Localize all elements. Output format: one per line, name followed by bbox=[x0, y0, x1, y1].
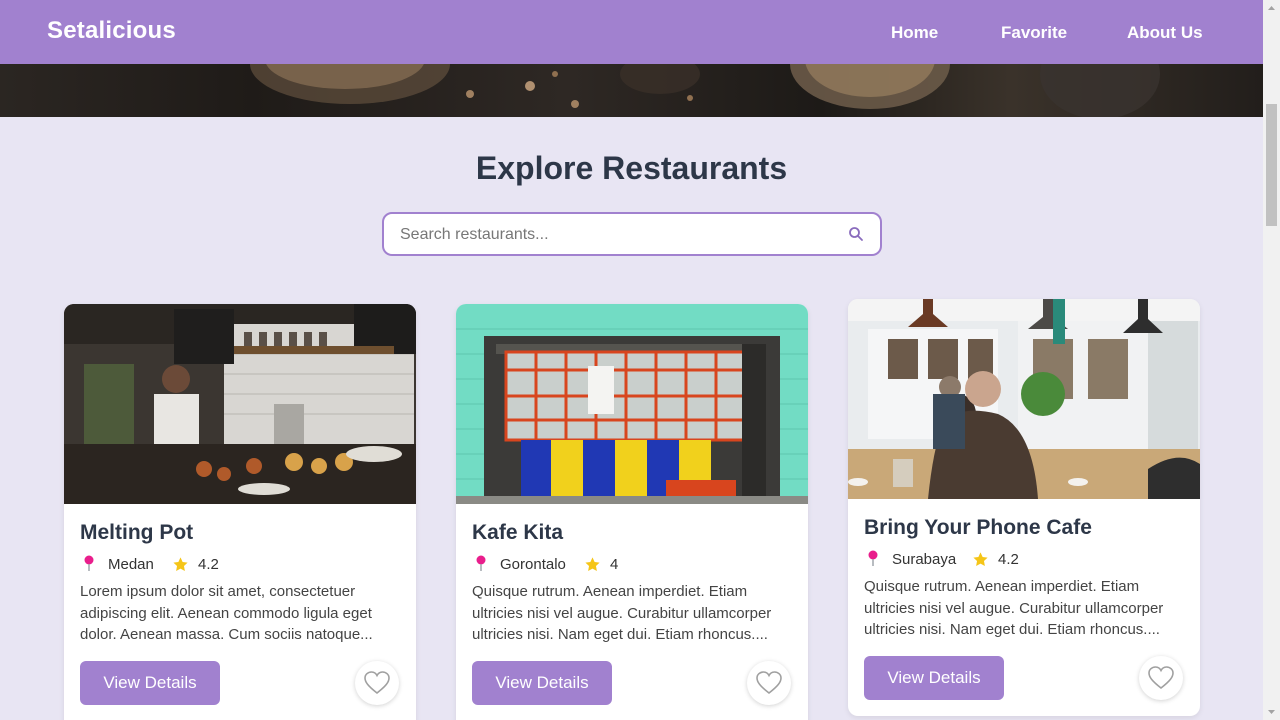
nav-favorite-link[interactable]: Favorite bbox=[1001, 23, 1067, 43]
heart-icon bbox=[364, 671, 390, 695]
restaurant-description: Lorem ipsum dolor sit amet, consectetuer… bbox=[80, 583, 373, 643]
search-bar bbox=[382, 212, 882, 256]
star-icon bbox=[973, 552, 988, 567]
navbar: Setalicious Home Favorite About Us bbox=[0, 0, 1263, 64]
restaurant-card: Bring Your Phone Cafe Surabaya 4.2 Quisq… bbox=[848, 299, 1200, 716]
restaurant-description: Quisque rutrum. Aenean imperdiet. Etiam … bbox=[864, 578, 1164, 638]
search-icon[interactable] bbox=[848, 226, 864, 242]
view-details-button[interactable]: View Details bbox=[80, 661, 220, 705]
scroll-up-arrow-icon[interactable] bbox=[1263, 0, 1280, 17]
page: Setalicious Home Favorite About Us Explo… bbox=[0, 0, 1263, 720]
restaurant-name: Kafe Kita bbox=[472, 521, 564, 544]
view-details-button[interactable]: View Details bbox=[472, 661, 612, 705]
restaurant-meta: Medan 4.2 bbox=[80, 555, 400, 575]
map-pin-icon bbox=[84, 555, 94, 571]
brand-logo[interactable]: Setalicious bbox=[47, 17, 176, 45]
heart-icon bbox=[756, 671, 782, 695]
restaurant-card: Kafe Kita Gorontalo 4 Quisque rutrum. Ae… bbox=[456, 304, 808, 720]
restaurant-city: Gorontalo bbox=[500, 556, 566, 573]
heart-icon bbox=[1148, 666, 1174, 690]
restaurant-description: Quisque rutrum. Aenean imperdiet. Etiam … bbox=[472, 583, 772, 643]
hero-image bbox=[0, 64, 1263, 117]
scroll-down-arrow-icon[interactable] bbox=[1263, 703, 1280, 720]
restaurant-rating: 4.2 bbox=[198, 556, 219, 573]
section-title: Explore Restaurants bbox=[475, 150, 788, 186]
restaurant-image bbox=[848, 299, 1200, 499]
restaurant-image bbox=[456, 304, 808, 504]
restaurant-image bbox=[64, 304, 416, 504]
view-details-button[interactable]: View Details bbox=[864, 656, 1004, 700]
star-icon bbox=[585, 557, 600, 572]
nav-about-link[interactable]: About Us bbox=[1127, 23, 1203, 43]
restaurant-meta: Gorontalo 4 bbox=[472, 555, 792, 575]
restaurant-name: Bring Your Phone Cafe bbox=[864, 516, 1092, 539]
restaurant-city: Medan bbox=[108, 556, 154, 573]
restaurant-name: Melting Pot bbox=[80, 521, 194, 544]
restaurant-card: Melting Pot Medan 4.2 Lorem ipsum dolor … bbox=[64, 304, 416, 720]
star-icon bbox=[173, 557, 188, 572]
restaurant-rating: 4.2 bbox=[998, 551, 1019, 568]
map-pin-icon bbox=[868, 550, 878, 566]
nav-home-link[interactable]: Home bbox=[891, 23, 938, 43]
map-pin-icon bbox=[476, 555, 486, 571]
restaurant-rating: 4 bbox=[610, 556, 619, 573]
favorite-button[interactable] bbox=[1139, 656, 1183, 700]
scrollbar[interactable] bbox=[1263, 0, 1280, 720]
restaurant-meta: Surabaya 4.2 bbox=[864, 550, 1184, 570]
search-input[interactable] bbox=[400, 224, 820, 246]
favorite-button[interactable] bbox=[747, 661, 791, 705]
restaurant-city: Surabaya bbox=[892, 551, 957, 568]
scrollbar-thumb[interactable] bbox=[1266, 104, 1277, 226]
favorite-button[interactable] bbox=[355, 661, 399, 705]
